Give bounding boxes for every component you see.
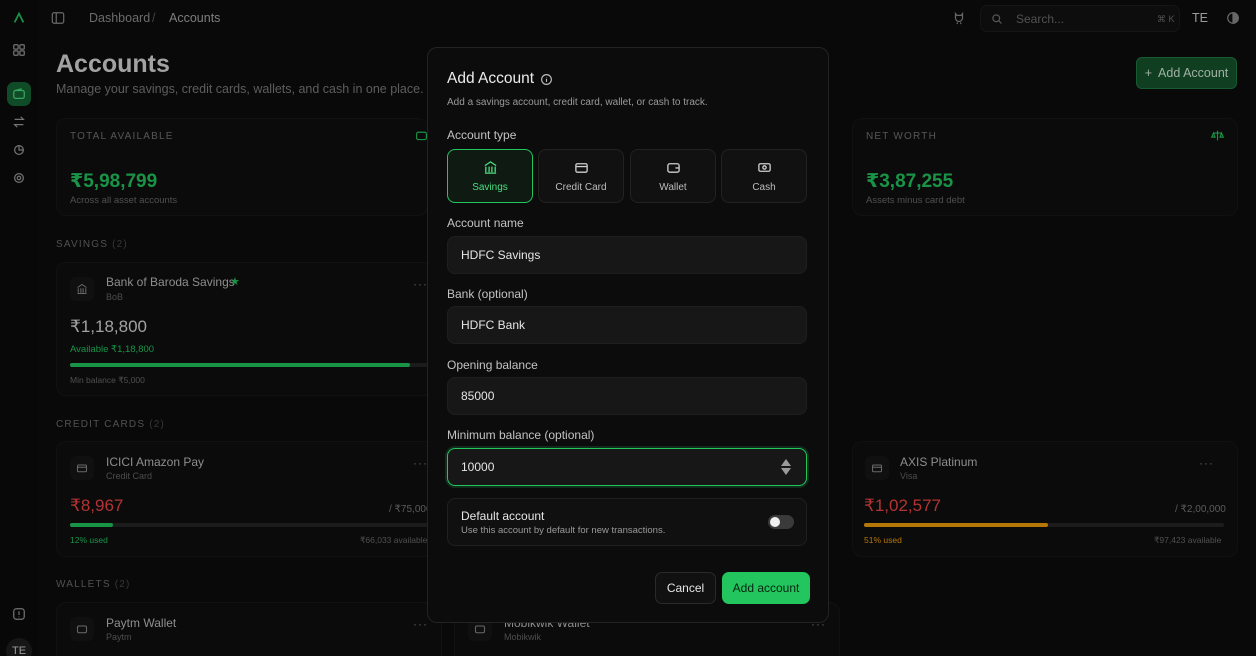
account-type-selector: Savings Credit Card Wallet Cash (447, 149, 807, 203)
add-account-dialog: Add Account Add a savings account, credi… (427, 47, 829, 623)
credit-card-icon (574, 162, 588, 173)
default-account-row: Default account Use this account by defa… (447, 498, 807, 546)
bank-label: Bank (optional) (447, 287, 528, 301)
default-account-title: Default account (461, 509, 545, 523)
cash-icon (757, 162, 771, 172)
bank-input[interactable] (447, 306, 807, 344)
bank-icon (484, 160, 496, 174)
opening-balance-input[interactable] (447, 377, 807, 415)
wallet-icon (666, 162, 680, 173)
minimum-balance-label: Minimum balance (optional) (447, 428, 595, 442)
type-wallet[interactable]: Wallet (630, 149, 716, 203)
dialog-description: Add a savings account, credit card, wall… (447, 97, 708, 108)
default-account-toggle[interactable] (768, 515, 794, 529)
add-account-submit-button[interactable]: Add account (722, 572, 810, 604)
opening-balance-label: Opening balance (447, 358, 538, 372)
minimum-balance-input[interactable] (447, 448, 807, 486)
type-savings[interactable]: Savings (447, 149, 533, 203)
type-cash[interactable]: Cash (721, 149, 807, 203)
type-credit-card[interactable]: Credit Card (538, 149, 624, 203)
default-account-desc: Use this account by default for new tran… (461, 525, 666, 536)
cancel-button[interactable]: Cancel (655, 572, 716, 604)
info-icon[interactable] (540, 73, 553, 86)
dialog-title: Add Account (447, 70, 553, 88)
account-name-label: Account name (447, 216, 524, 230)
account-type-label: Account type (447, 128, 517, 142)
account-name-input[interactable] (447, 236, 807, 274)
number-stepper[interactable] (781, 459, 791, 475)
